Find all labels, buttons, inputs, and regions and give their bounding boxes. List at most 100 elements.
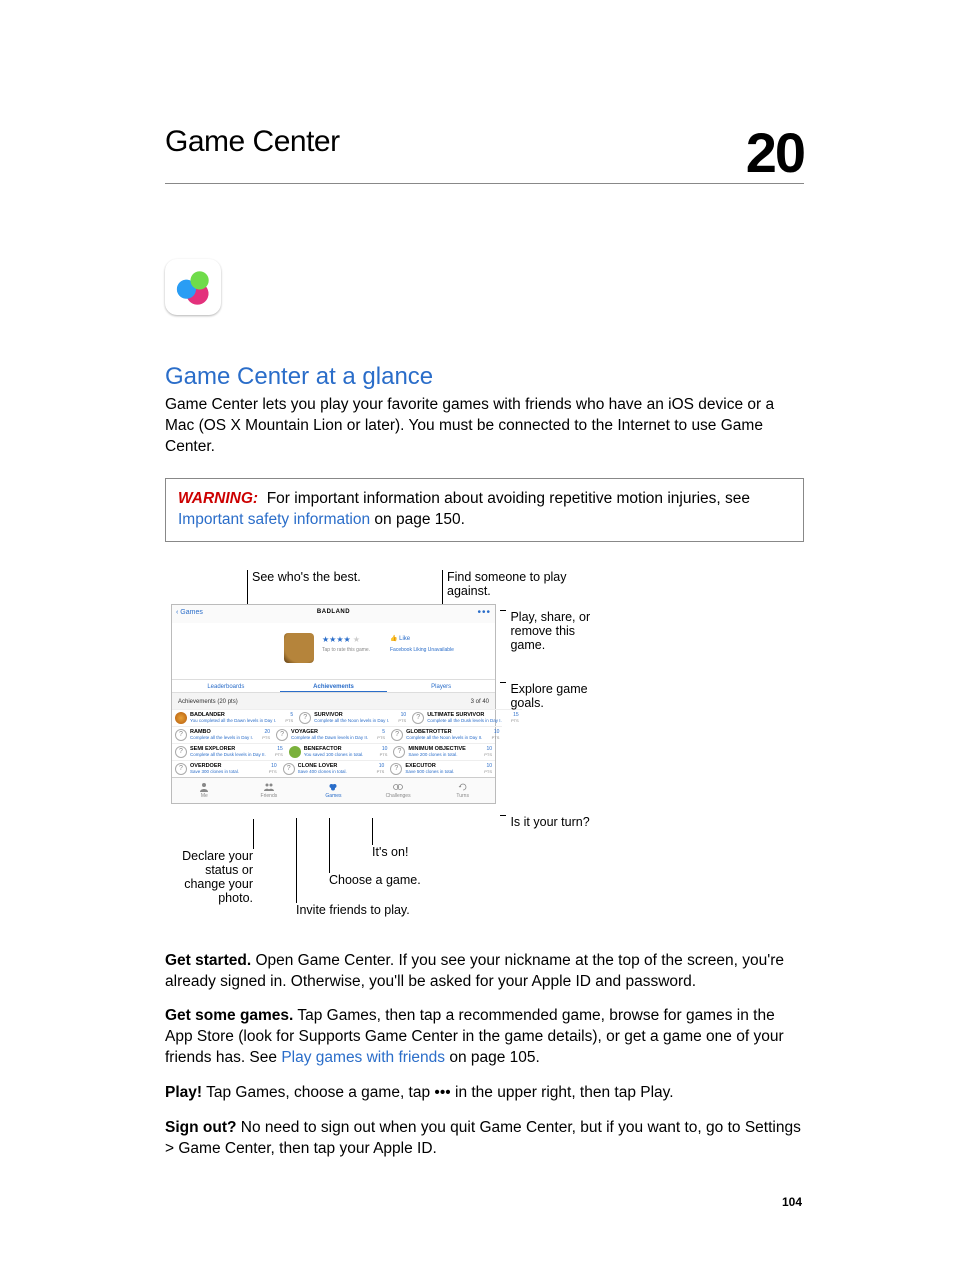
tab-challenges[interactable]: Challenges — [366, 778, 431, 803]
achievement-desc: Save 300 clones in total. — [190, 769, 260, 774]
game-header: ★★★★ ★ 👍 Like Tap to rate this game. Fac… — [172, 623, 495, 679]
segmented-control[interactable]: Leaderboards Achievements Players — [172, 679, 495, 693]
achievement-points: 20PTS — [256, 729, 270, 740]
callout-invite-friends: Invite friends to play. — [296, 903, 410, 917]
game-artwork — [284, 633, 314, 663]
seg-achievements[interactable]: Achievements — [280, 680, 388, 692]
callout-choose-game: Choose a game. — [329, 873, 421, 887]
achievement-desc: Save 400 clones in total. — [298, 769, 368, 774]
like-button[interactable]: 👍 Like — [390, 635, 410, 642]
achievement-desc: You completed all the Dawn levels in Day… — [190, 718, 276, 723]
seg-players[interactable]: Players — [387, 680, 495, 692]
task-play-label: Play! — [165, 1084, 202, 1101]
task-signout-label: Sign out? — [165, 1119, 236, 1136]
achievement-desc: Complete all the Noon levels in Day I. — [314, 718, 389, 723]
achievement-row: ?SEMI EXPLORERComplete all the Dusk leve… — [172, 743, 495, 760]
tab-me[interactable]: Me — [172, 778, 237, 803]
achievement-desc: Complete all the Dusk levels in Day I. — [427, 718, 502, 723]
callout-declare-status: Declare your status or change your photo… — [163, 849, 253, 905]
achievement-points: 10PTS — [478, 746, 492, 757]
callout-top-right: Find someone to play against. — [442, 570, 612, 604]
achievement-desc: Complete all the levels in Day I. — [190, 735, 253, 740]
section-heading: Game Center at a glance — [165, 363, 804, 391]
achievement-row: ?RAMBOComplete all the levels in Day I.2… — [172, 726, 495, 743]
nav-title: BADLAND — [317, 609, 350, 615]
achievement-points: 10PTS — [392, 712, 406, 723]
callout-your-turn: Is it your turn? — [506, 815, 606, 829]
tasks-section: Get started. Open Game Center. If you se… — [165, 951, 804, 1160]
tab-friends[interactable]: Friends — [237, 778, 302, 803]
nav-back-button[interactable]: ‹ Games — [176, 609, 203, 616]
achievement-points: 10PTS — [373, 746, 387, 757]
screenshot: ‹ Games BADLAND ••• ★★★★ ★ 👍 Like Tap to… — [171, 604, 496, 804]
achievement-desc: Save 500 clones in total. — [405, 769, 475, 774]
achievements-header: Achievements (20 pts) 3 of 40 — [172, 693, 495, 709]
achievement-cell[interactable]: ?MINIMUM OBJECTIVESave 200 clones in tot… — [390, 743, 495, 760]
achievement-desc: Complete all the Noon levels in Day II. — [406, 735, 482, 740]
achievement-cell[interactable]: ?EXECUTORSave 500 clones in total.10PTS — [387, 760, 495, 777]
task-signout-text: No need to sign out when you quit Game C… — [165, 1119, 801, 1157]
callout-its-on: It's on! — [372, 845, 408, 859]
task-get-started-text: Open Game Center. If you see your nickna… — [165, 952, 784, 990]
achievement-icon: ? — [390, 763, 402, 775]
rating-stars[interactable]: ★★★★ ★ — [322, 635, 360, 644]
achievement-desc: Complete all the Dusk levels in Day II. — [190, 752, 266, 757]
chapter-header: Game Center 20 — [165, 125, 804, 184]
warning-box: WARNING: For important information about… — [165, 478, 804, 542]
achievement-points: 5PTS — [279, 712, 293, 723]
achievement-icon: ? — [299, 712, 311, 724]
achievement-row: BADLANDERYou completed all the Dawn leve… — [172, 709, 495, 726]
important-safety-link[interactable]: Important safety information — [178, 511, 370, 528]
achievement-desc: You saved 100 clones in total. — [304, 752, 371, 757]
achievement-cell[interactable]: ?OVERDOERSave 300 clones in total.10PTS — [172, 760, 280, 777]
task-get-games-label: Get some games. — [165, 1007, 293, 1024]
seg-leaderboards[interactable]: Leaderboards — [172, 680, 280, 692]
achievement-cell[interactable]: ?CLONE LOVERSave 400 clones in total.10P… — [280, 760, 388, 777]
achievement-icon: ? — [393, 746, 405, 758]
achievement-cell[interactable]: ?SURVIVORComplete all the Noon levels in… — [296, 709, 409, 726]
achievement-points: 5PTS — [371, 729, 385, 740]
achievement-cell[interactable]: ?VOYAGERComplete all the Dawn levels in … — [273, 726, 388, 743]
achievement-cell[interactable]: BENEFACTORYou saved 100 clones in total.… — [286, 743, 391, 760]
game-center-app-icon — [165, 259, 221, 315]
achievements-grid: BADLANDERYou completed all the Dawn leve… — [172, 709, 495, 777]
achievement-icon: ? — [391, 729, 403, 741]
tab-games[interactable]: Games — [301, 778, 366, 803]
achievement-icon: ? — [276, 729, 288, 741]
play-with-friends-link[interactable]: Play games with friends — [281, 1049, 445, 1066]
achievement-icon: ? — [175, 763, 187, 775]
warning-text-after: on page 150. — [370, 511, 465, 528]
warning-label: WARNING: — [178, 490, 258, 507]
achievement-row: ?OVERDOERSave 300 clones in total.10PTS?… — [172, 760, 495, 777]
callout-explore-goals: Explore game goals. — [506, 682, 606, 710]
tab-turns[interactable]: Turns — [430, 778, 495, 803]
achievement-cell[interactable]: BADLANDERYou completed all the Dawn leve… — [172, 709, 296, 726]
achievement-cell[interactable]: ?ULTIMATE SURVIVORComplete all the Dusk … — [409, 709, 522, 726]
achievement-points: 15PTS — [269, 746, 283, 757]
task-play-text: Tap Games, choose a game, tap ••• in the… — [202, 1084, 674, 1101]
achievement-icon: ? — [175, 729, 187, 741]
rate-hint: Tap to rate this game. — [322, 647, 370, 653]
achievement-points: 10PTS — [478, 763, 492, 774]
chapter-number: 20 — [746, 125, 804, 181]
achievement-points: 10PTS — [370, 763, 384, 774]
achievement-desc: Complete all the Dawn levels in Day II. — [291, 735, 368, 740]
figure: See who's the best. Find someone to play… — [169, 570, 804, 921]
warning-text-before: For important information about avoiding… — [267, 490, 750, 507]
callout-play-share: Play, share, or remove this game. — [506, 610, 606, 652]
achievement-cell[interactable]: ?RAMBOComplete all the levels in Day I.2… — [172, 726, 273, 743]
task-get-started-label: Get started. — [165, 952, 251, 969]
achievement-icon: ? — [175, 746, 187, 758]
section-intro: Game Center lets you play your favorite … — [165, 395, 804, 458]
nav-bar: ‹ Games BADLAND ••• — [172, 605, 495, 623]
more-icon[interactable]: ••• — [477, 607, 491, 618]
achievement-cell[interactable]: ?GLOBETROTTERComplete all the Noon level… — [388, 726, 502, 743]
achievement-icon — [175, 712, 187, 724]
chapter-title: Game Center — [165, 125, 340, 159]
page-number: 104 — [782, 1195, 802, 1209]
tab-bar: Me Friends Games Challenges Turns — [172, 777, 495, 803]
task-get-games-text-c: on page 105. — [445, 1049, 540, 1066]
achievement-cell[interactable]: ?SEMI EXPLORERComplete all the Dusk leve… — [172, 743, 286, 760]
callout-top-left: See who's the best. — [247, 570, 442, 604]
achievement-points: 10PTS — [485, 729, 499, 740]
